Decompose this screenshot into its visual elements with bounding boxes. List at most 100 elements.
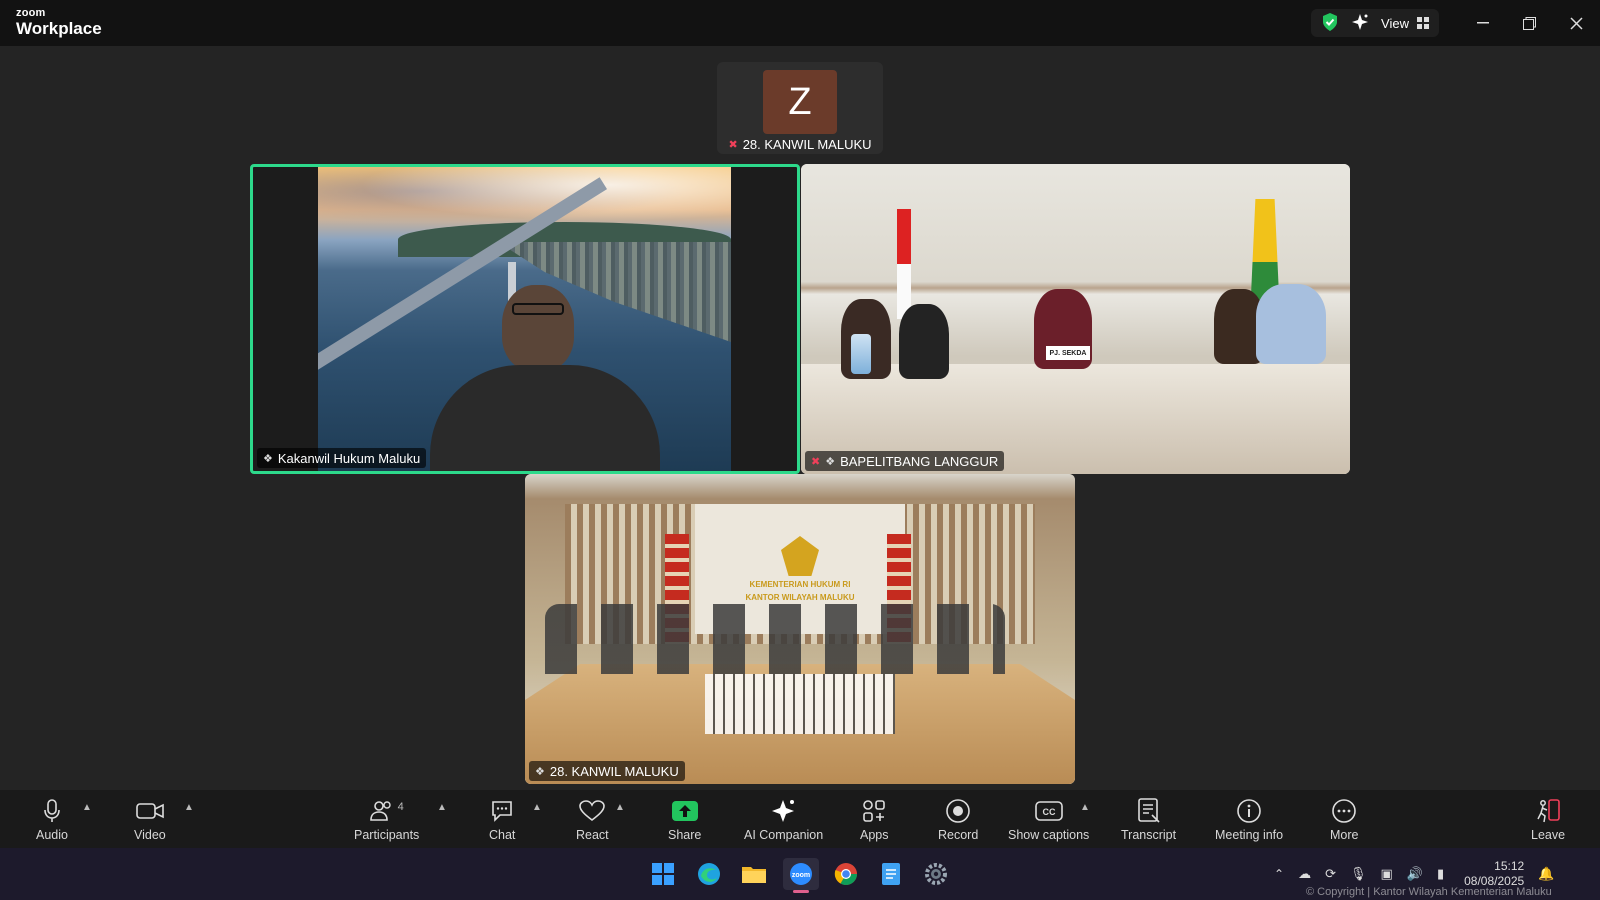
- participants-icon: 4: [369, 798, 404, 824]
- transcript-button[interactable]: Transcript: [1121, 798, 1176, 842]
- network-icon[interactable]: ▣: [1380, 866, 1392, 882]
- captions-cc-icon: CC: [1034, 798, 1063, 824]
- chat-bubble-icon: [490, 798, 514, 824]
- cloud-offline-icon[interactable]: ☁: [1298, 866, 1311, 882]
- video-button[interactable]: Video: [134, 798, 166, 842]
- apps-label: Apps: [860, 828, 889, 842]
- sync-icon[interactable]: ⟳: [1325, 866, 1336, 882]
- show-captions-label: Show captions: [1008, 828, 1090, 842]
- restore-button[interactable]: [1506, 0, 1553, 46]
- microphone-icon: [44, 798, 60, 824]
- clock[interactable]: 15:12 08/08/2025: [1464, 859, 1524, 889]
- more-label: More: [1330, 828, 1359, 842]
- ai-companion-sparkle-icon: [771, 798, 797, 824]
- water-bottles: [851, 334, 871, 374]
- zoom-app-icon[interactable]: zoom: [783, 858, 819, 893]
- avatar: Z: [763, 70, 837, 134]
- clock-time: 15:12: [1494, 859, 1525, 873]
- apps-icon: [862, 798, 886, 824]
- participant-name-label: ✖ 28. KANWIL MALUKU: [717, 137, 883, 152]
- participant-tile-kanwil-room[interactable]: KEMENTERIAN HUKUM RI KANTOR WILAYAH MALU…: [525, 474, 1075, 784]
- transcript-icon: [1137, 798, 1161, 824]
- share-button[interactable]: Share: [668, 798, 701, 842]
- tray-overflow-chevron-icon[interactable]: ⌃: [1274, 867, 1284, 881]
- copyright-watermark: © Copyright | Kantor Wilayah Kementerian…: [1306, 886, 1552, 898]
- video-feed: KEMENTERIAN HUKUM RI KANTOR WILAYAH MALU…: [525, 474, 1075, 784]
- participant-name: 28. KANWIL MALUKU: [549, 763, 679, 779]
- captions-options-chevron-icon[interactable]: ▲: [1080, 802, 1090, 813]
- react-button[interactable]: React: [576, 798, 609, 842]
- battery-icon[interactable]: ▮: [1437, 866, 1444, 882]
- view-button[interactable]: View: [1381, 16, 1429, 31]
- participant-tile-active-speaker[interactable]: ❖ Kakanwil Hukum Maluku: [250, 164, 800, 474]
- participant-tile-avatar[interactable]: Z ✖ 28. KANWIL MALUKU: [717, 62, 883, 154]
- react-options-chevron-icon[interactable]: ▲: [615, 802, 625, 813]
- leave-button[interactable]: Leave: [1531, 798, 1565, 842]
- chat-options-chevron-icon[interactable]: ▲: [532, 802, 542, 813]
- file-explorer-icon[interactable]: [736, 858, 772, 890]
- volume-icon[interactable]: 🔊: [1407, 866, 1423, 882]
- flag-red-white: [897, 209, 911, 319]
- start-windows-icon[interactable]: [645, 858, 681, 890]
- active-app-indicator: [793, 890, 809, 893]
- minimize-button[interactable]: [1459, 0, 1506, 46]
- pin-icon: ❖: [263, 452, 273, 465]
- svg-text:CC: CC: [1042, 807, 1055, 817]
- chat-label: Chat: [489, 828, 516, 842]
- mic-in-use-icon[interactable]: 🎙: [1350, 866, 1367, 882]
- info-icon: [1236, 798, 1262, 824]
- pin-icon: ❖: [825, 455, 836, 468]
- ai-companion-button[interactable]: AI Companion: [744, 798, 823, 842]
- meeting-toolbar: Audio ▲ Video ▲ 4 Participants ▲ Chat ▲ …: [0, 790, 1600, 848]
- title-controls: View: [1311, 9, 1439, 37]
- apps-button[interactable]: Apps: [860, 798, 889, 842]
- participant-name: 28. KANWIL MALUKU: [742, 137, 872, 152]
- audio-options-chevron-icon[interactable]: ▲: [82, 802, 92, 813]
- notification-bell-icon[interactable]: 🔔: [1538, 866, 1554, 882]
- os-taskbar: zoom ⌃ ☁ ⟳ 🎙 ▣ 🔊 ▮ 15:12 08/08/2025 🔔 © …: [0, 848, 1600, 900]
- title-bar: zoom Workplace View: [0, 0, 1600, 46]
- brand-small: zoom: [16, 7, 46, 19]
- audio-label: Audio: [36, 828, 68, 842]
- video-stage: Z ✖ 28. KANWIL MALUKU ❖ Kakanwil Hukum M…: [0, 46, 1600, 790]
- chrome-browser-icon[interactable]: [828, 858, 864, 890]
- video-feed: PJ. SEKDA: [801, 164, 1350, 474]
- edge-browser-icon[interactable]: [691, 858, 727, 890]
- leave-label: Leave: [1531, 828, 1566, 842]
- participants-button[interactable]: 4 Participants: [354, 798, 419, 842]
- show-captions-button[interactable]: CC Show captions: [1008, 798, 1089, 842]
- record-label: Record: [938, 828, 979, 842]
- leave-exit-icon: [1535, 798, 1561, 824]
- more-button[interactable]: More: [1330, 798, 1358, 842]
- cloud-layer: [318, 167, 731, 227]
- nameplate: PJ. SEKDA: [1046, 346, 1090, 360]
- video-camera-icon: [136, 798, 164, 824]
- participant-name-label: ✖ ❖ BAPELITBANG LANGGUR: [805, 451, 1005, 471]
- participant-name-label: ❖ 28. KANWIL MALUKU: [529, 761, 685, 781]
- share-label: Share: [668, 828, 702, 842]
- meeting-info-button[interactable]: Meeting info: [1215, 798, 1283, 842]
- participant-name: Kakanwil Hukum Maluku: [277, 450, 421, 466]
- grid-icon: [1417, 17, 1429, 29]
- ai-companion-label: AI Companion: [744, 828, 824, 842]
- close-window-button[interactable]: [1553, 0, 1600, 46]
- meeting-info-label: Meeting info: [1215, 828, 1284, 842]
- video-options-chevron-icon[interactable]: ▲: [184, 802, 194, 813]
- settings-gear-icon[interactable]: [918, 858, 954, 890]
- participants-options-chevron-icon[interactable]: ▲: [437, 802, 447, 813]
- share-screen-icon: [671, 798, 699, 824]
- chat-button[interactable]: Chat: [489, 798, 515, 842]
- react-label: React: [576, 828, 609, 842]
- person-silhouette: [430, 285, 660, 471]
- audio-button[interactable]: Audio: [36, 798, 68, 842]
- transcript-label: Transcript: [1121, 828, 1177, 842]
- record-button[interactable]: Record: [938, 798, 978, 842]
- encryption-shield-icon[interactable]: [1321, 12, 1339, 35]
- pin-icon: ❖: [535, 765, 545, 778]
- notepad-icon[interactable]: [873, 858, 909, 890]
- nameplate-text: PJ. SEKDA: [1049, 349, 1087, 357]
- participants-group: [545, 604, 1005, 674]
- ai-sparkle-icon[interactable]: [1351, 13, 1369, 34]
- participant-tile-bapelitbang[interactable]: PJ. SEKDA ✖ ❖ BAPELITBANG LANGGUR: [801, 164, 1350, 474]
- video-feed: [318, 167, 731, 471]
